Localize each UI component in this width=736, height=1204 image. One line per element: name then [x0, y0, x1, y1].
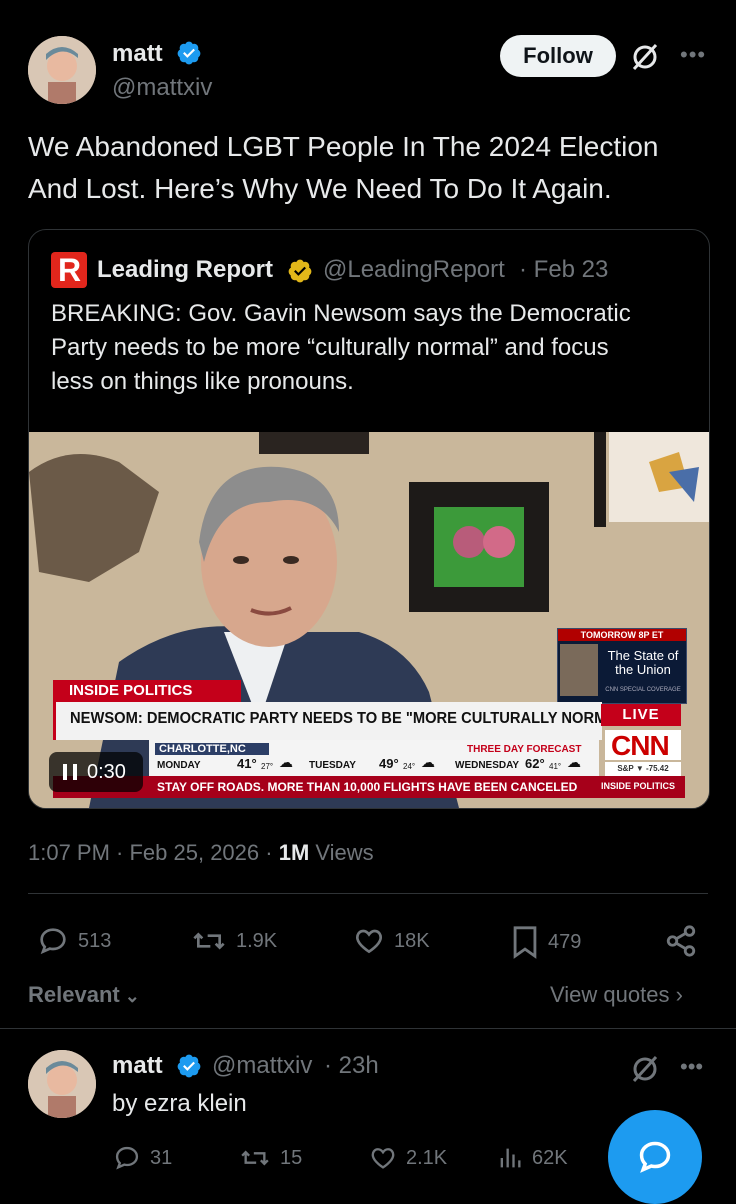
- ticker-tag: INSIDE POLITICS: [601, 781, 676, 791]
- reply-like-count: 2.1K: [406, 1146, 448, 1169]
- views-count: 1M: [278, 840, 310, 865]
- compose-reply-button[interactable]: [608, 1110, 702, 1204]
- grok-icon[interactable]: [630, 42, 660, 72]
- chevron-down-icon: ⌄: [119, 986, 140, 1006]
- promo-sub: CNN SPECIAL COVERAGE: [605, 687, 681, 693]
- forecast-day-3: WEDNESDAY: [455, 760, 520, 771]
- share-icon[interactable]: [664, 924, 698, 958]
- post-timestamp[interactable]: 1:07 PM · Feb 25, 2026 ·: [28, 840, 279, 865]
- forecast-day-3-lo: 41°: [549, 762, 562, 771]
- author-name[interactable]: matt: [112, 40, 163, 68]
- weather-icon-3: ☁: [567, 754, 581, 770]
- follow-button[interactable]: Follow: [500, 35, 616, 77]
- forecast-city: CHARLOTTE,NC: [155, 743, 269, 755]
- quote-date: · Feb 23: [519, 256, 609, 283]
- heart-icon: [356, 929, 382, 954]
- weather-icon-2: ☁: [421, 754, 435, 770]
- divider: [28, 893, 708, 894]
- grok-icon[interactable]: [630, 1054, 660, 1084]
- leading-report-logo: R: [51, 252, 87, 288]
- quoted-post-card[interactable]: R Leading Report @LeadingReport · Feb 23…: [28, 229, 710, 809]
- reply-icon: [40, 928, 66, 955]
- forecast-day-1-lo: 27°: [261, 762, 274, 771]
- headline-bar: NEWSOM: DEMOCRATIC PARTY NEEDS TO BE "MO…: [53, 702, 633, 740]
- forecast-day-1-hi: 41°: [237, 756, 257, 771]
- divider: [0, 1028, 736, 1029]
- cnn-logo: CNN: [605, 730, 681, 761]
- pause-icon[interactable]: [63, 764, 77, 780]
- quote-text-line-3: less on things like pronouns.: [51, 368, 354, 395]
- forecast-label: THREE DAY FORECAST: [467, 744, 582, 755]
- ticker-text: STAY OFF ROADS. MORE THAN 10,000 FLIGHTS…: [157, 780, 578, 794]
- forecast-day-2-hi: 49°: [379, 756, 399, 771]
- repost-count: 1.9K: [236, 929, 278, 952]
- news-ticker: STAY OFF ROADS. MORE THAN 10,000 FLIGHTS…: [53, 776, 685, 798]
- repost-icon: [193, 932, 225, 950]
- more-options-icon[interactable]: •••: [680, 42, 706, 68]
- forecast-day-1: MONDAY: [157, 760, 201, 771]
- bookmark-icon: [513, 926, 537, 959]
- forecast-day-2-lo: 24°: [403, 762, 416, 771]
- repost-action[interactable]: 1.9K: [190, 925, 277, 957]
- verified-badge-icon: [177, 41, 201, 65]
- reply-views-action[interactable]: 62K: [496, 1144, 568, 1172]
- forecast-day-2: TUESDAY: [309, 760, 356, 771]
- repost-icon: [241, 1150, 269, 1166]
- reply-like-action[interactable]: 2.1K: [368, 1144, 447, 1172]
- author-avatar[interactable]: [28, 36, 96, 104]
- video-duration: 0:30: [87, 760, 126, 783]
- post-text-line-2: And Lost. Here’s Why We Need To Do It Ag…: [28, 173, 612, 204]
- reply-reply-count: 31: [150, 1146, 173, 1169]
- section-label: INSIDE POLITICS: [53, 680, 241, 702]
- reply-reply-action[interactable]: 31: [112, 1144, 172, 1172]
- forecast-day-3-hi: 62°: [525, 756, 545, 771]
- video-player[interactable]: TOMORROW 8P ET The State of the Union CN…: [29, 432, 709, 808]
- like-count: 18K: [394, 929, 430, 952]
- reply-time: · 23h: [324, 1052, 379, 1079]
- verified-badge-icon: [177, 1054, 201, 1078]
- chat-bubble-icon: [639, 1141, 671, 1173]
- view-quotes-label: View quotes: [550, 982, 670, 1007]
- reply-views-count: 62K: [532, 1146, 568, 1169]
- reply-icon: [115, 1146, 139, 1170]
- live-badge: LIVE: [601, 704, 681, 726]
- weather-icon-1: ☁: [279, 754, 293, 770]
- reply-author-handle[interactable]: @mattxiv: [212, 1052, 312, 1080]
- quote-author-name[interactable]: Leading Report: [97, 256, 273, 284]
- quote-text-line-1: BREAKING: Gov. Gavin Newsom says the Dem…: [51, 300, 631, 327]
- bookmark-action[interactable]: 479: [510, 925, 581, 959]
- forecast-strip: CHARLOTTE,NC THREE DAY FORECAST MONDAY 4…: [149, 740, 599, 776]
- reply-author-avatar[interactable]: [28, 1050, 96, 1118]
- chevron-right-icon: ›: [669, 982, 683, 1007]
- quote-text-line-2: Party needs to be more “culturally norma…: [51, 334, 609, 361]
- bookmark-count: 479: [548, 930, 582, 953]
- views-label: Views: [309, 840, 374, 865]
- relevant-label: Relevant: [28, 982, 120, 1007]
- post-text-line-1: We Abandoned LGBT People In The 2024 Ele…: [28, 131, 659, 162]
- reply-action[interactable]: 513: [36, 925, 111, 957]
- gold-verified-badge-icon: [288, 259, 312, 283]
- reply-author-name[interactable]: matt: [112, 1052, 163, 1080]
- quote-author-handle[interactable]: @LeadingReport: [323, 256, 505, 284]
- reply-repost-action[interactable]: 15: [238, 1144, 302, 1172]
- view-quotes-link[interactable]: View quotes ›: [550, 982, 683, 1008]
- promo-box: TOMORROW 8P ET The State of the Union CN…: [557, 628, 687, 704]
- views-chart-icon: [500, 1148, 521, 1168]
- video-timer[interactable]: 0:30: [49, 752, 143, 792]
- heart-icon: [371, 1148, 395, 1169]
- market-ticker: S&P ▼ -75.42: [605, 762, 681, 776]
- author-handle[interactable]: @mattxiv: [112, 74, 212, 102]
- more-options-icon[interactable]: •••: [680, 1054, 703, 1080]
- reply-count: 513: [78, 929, 112, 952]
- reply-repost-count: 15: [280, 1146, 303, 1169]
- promo-title: The State of the Union: [607, 648, 679, 677]
- promo-top: TOMORROW 8P ET: [558, 629, 686, 641]
- relevant-sort-button[interactable]: Relevant ⌄: [28, 982, 140, 1008]
- reply-text: by ezra klein: [112, 1090, 247, 1117]
- like-action[interactable]: 18K: [352, 925, 430, 957]
- post-timestamp-row: 1:07 PM · Feb 25, 2026 · 1M Views: [28, 840, 374, 866]
- headline-text: NEWSOM: DEMOCRATIC PARTY NEEDS TO BE "MO…: [70, 710, 633, 727]
